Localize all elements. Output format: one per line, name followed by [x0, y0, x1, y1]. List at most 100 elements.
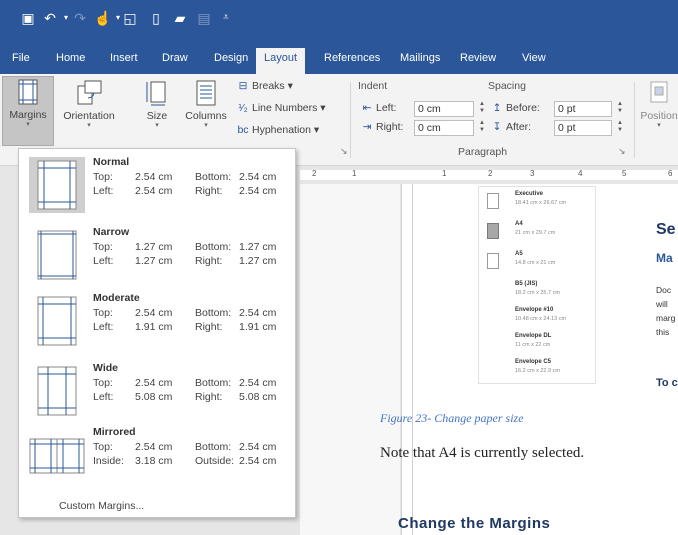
group-separator [634, 82, 635, 158]
chevron-down-icon: ▾ [155, 122, 159, 129]
body-text: Note that A4 is currently selected. [380, 445, 585, 461]
spacing-before-field[interactable]: 0 pt [554, 101, 612, 117]
paper-size-dims: 18.2 cm x 25.7 cm [515, 290, 560, 296]
margin-option-wide[interactable]: Wide Top: 2.54 cm Bottom: 2.54 cm Left: … [19, 357, 295, 423]
group-separator [350, 82, 351, 158]
option-value: 2.54 cm [135, 377, 173, 389]
option-label: Top: [93, 307, 113, 319]
orientation-icon [77, 80, 102, 105]
spacing-after-row: ↧ After: [490, 121, 532, 133]
option-value: 1.27 cm [135, 255, 173, 267]
chevron-down-icon: ▾ [204, 122, 208, 129]
tab-layout[interactable]: Layout [256, 48, 306, 74]
spacing-before-spinner[interactable]: ▲ ▼ [616, 101, 624, 117]
tab-mailings[interactable]: Mailings [400, 52, 440, 64]
paper-size-name: A4 [515, 221, 523, 227]
indent-left-row: ⇤ Left: [360, 102, 397, 114]
chevron-down-icon: ▾ [26, 121, 30, 128]
margins-button[interactable]: Margins ▾ [2, 76, 54, 146]
tab-design[interactable]: Design [214, 52, 248, 64]
tab-file[interactable]: File [12, 52, 30, 64]
option-value: 2.54 cm [239, 171, 277, 183]
margin-option-narrow[interactable]: Narrow Top: 1.27 cm Bottom: 1.27 cm Left… [19, 221, 295, 287]
option-value: 2.54 cm [239, 307, 277, 319]
orientation-label: Orientation [63, 110, 115, 122]
folder-icon[interactable]: ▰ [172, 10, 188, 26]
margin-option-moderate[interactable]: Moderate Top: 2.54 cm Bottom: 2.54 cm Le… [19, 287, 295, 353]
paper-size-dims: 21 cm x 29.7 cm [515, 230, 556, 236]
open-icon[interactable]: ◱ [122, 10, 138, 26]
heading-fragment: To c [656, 377, 678, 389]
ruler-number: 1 [352, 169, 357, 178]
custom-margins-item[interactable]: Custom Margins... [59, 500, 144, 512]
customize-icon[interactable]: ⩡ [218, 10, 234, 26]
print-layout-icon[interactable]: ▤ [196, 10, 212, 26]
spacing-after-icon: ↧ [492, 121, 502, 133]
subheading-fragment: Ma [656, 251, 673, 265]
heading-fragment: Se [656, 221, 676, 238]
indent-left-field[interactable]: 0 cm [414, 101, 474, 117]
ruler-number: 2 [312, 169, 317, 178]
columns-button[interactable]: Columns ▾ [182, 78, 230, 130]
option-label: Left: [93, 321, 114, 333]
spacing-before-label: Before: [506, 102, 540, 114]
spacing-after-field[interactable]: 0 pt [554, 120, 612, 136]
position-button[interactable]: Position ▾ [640, 78, 678, 130]
option-value: 3.18 cm [135, 455, 173, 467]
margin-option-mirrored[interactable]: Mirrored Top: 2.54 cm Bottom: 2.54 cm In… [19, 421, 295, 487]
tab-review[interactable]: Review [460, 52, 496, 64]
undo-icon[interactable]: ↶ [42, 10, 58, 26]
option-label: Top: [93, 377, 113, 389]
option-value: 2.54 cm [135, 171, 173, 183]
hyphenation-icon: bc [237, 124, 249, 136]
margin-option-normal[interactable]: Normal Top: 2.54 cm Bottom: 2.54 cm Left… [19, 151, 295, 217]
option-name: Narrow [93, 226, 130, 238]
touch-mode-icon[interactable]: ☝ [94, 10, 111, 26]
paragraph-launcher-icon[interactable]: ↘ [618, 146, 626, 157]
vertical-ruler[interactable] [401, 184, 413, 535]
margins-dropdown: Normal Top: 2.54 cm Bottom: 2.54 cm Left… [18, 148, 296, 518]
option-label: Right: [195, 391, 223, 403]
paper-size-dims: 18.41 cm x 26.67 cm [515, 200, 567, 206]
tab-view[interactable]: View [522, 52, 546, 64]
tab-draw[interactable]: Draw [162, 52, 188, 64]
option-name: Mirrored [93, 426, 136, 438]
size-button[interactable]: Size ▾ [140, 78, 174, 130]
spacing-label: Spacing [488, 80, 526, 92]
breaks-button[interactable]: ⊟ Breaks ▾ [236, 80, 293, 92]
orientation-button[interactable]: Orientation ▾ [60, 78, 118, 130]
new-doc-icon[interactable]: ▯ [148, 10, 164, 26]
position-icon [650, 81, 668, 103]
margin-wide-icon [37, 366, 77, 416]
indent-left-icon: ⇤ [362, 102, 372, 114]
page-setup-launcher-icon[interactable]: ↘ [340, 146, 348, 157]
option-label: Right: [195, 185, 223, 197]
option-label: Bottom: [195, 377, 232, 389]
indent-right-spinner[interactable]: ▲ ▼ [478, 120, 486, 136]
spacing-after-spinner[interactable]: ▲ ▼ [616, 120, 624, 136]
hyphenation-button[interactable]: bc Hyphenation ▾ [236, 124, 319, 136]
line-numbers-button[interactable]: ¹⁄₂ Line Numbers ▾ [236, 102, 325, 114]
option-value: 1.27 cm [135, 241, 173, 253]
indent-label: Indent [358, 80, 388, 92]
tab-home[interactable]: Home [56, 52, 85, 64]
paper-size-name: Executive [515, 191, 544, 197]
option-label: Bottom: [195, 241, 232, 253]
page-size-icon [146, 81, 166, 106]
margin-moderate-icon [37, 296, 77, 346]
tab-references[interactable]: References [324, 52, 380, 64]
option-label: Top: [93, 441, 113, 453]
redo-icon[interactable]: ↷ [72, 10, 88, 26]
option-label: Left: [93, 391, 114, 403]
option-value: 2.54 cm [135, 441, 173, 453]
ruler-number: 4 [578, 169, 583, 178]
tab-insert[interactable]: Insert [110, 52, 138, 64]
paper-size-name: A5 [515, 251, 523, 257]
indent-left-label: Left: [376, 102, 397, 114]
indent-left-spinner[interactable]: ▲ ▼ [478, 101, 486, 117]
ribbon-tabs: File Home Insert Draw Design Layout Refe… [0, 46, 678, 74]
hyphenation-label: Hyphenation [252, 124, 311, 136]
save-icon[interactable]: ▣ [20, 10, 36, 26]
indent-right-field[interactable]: 0 cm [414, 120, 474, 136]
paper-size-name: B5 (JIS) [515, 281, 538, 287]
